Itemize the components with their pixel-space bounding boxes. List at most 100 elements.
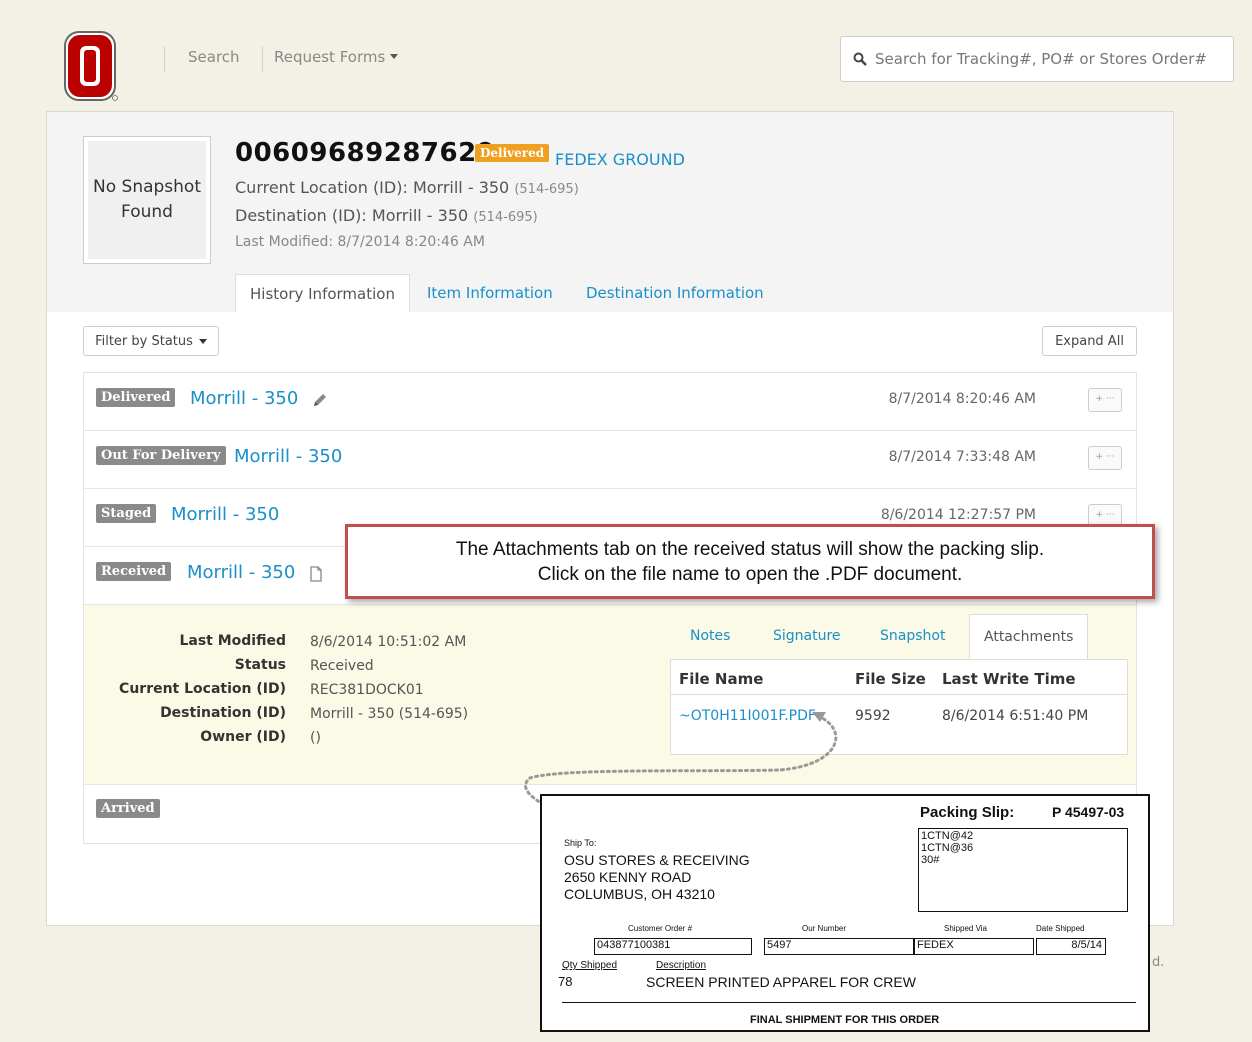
detail-label: Last Modified	[179, 633, 286, 649]
history-location-link[interactable]: Morrill - 350	[187, 562, 295, 583]
slip-col-label: Our Number	[802, 924, 847, 933]
slip-address-line: 2650 KENNY ROAD	[564, 869, 692, 885]
snapshot-placeholder: No Snapshot Found	[83, 136, 211, 264]
attachments-table: File Name File Size Last Write Time ~OT0…	[670, 659, 1128, 755]
detail-label: Status	[234, 657, 286, 673]
column-header: File Name	[679, 670, 764, 688]
tab-destination-information[interactable]: Destination Information	[572, 274, 778, 312]
nav-divider	[262, 46, 263, 72]
column-header: File Size	[855, 670, 926, 688]
tab-notes[interactable]: Notes	[676, 614, 744, 660]
slip-col-label: Date Shipped	[1036, 924, 1085, 933]
status-badge: Delivered	[475, 144, 550, 162]
tab-attachments[interactable]: Attachments	[969, 614, 1089, 660]
detail-value: ()	[310, 730, 321, 746]
current-location: Current Location (ID): Morrill - 350 (51…	[235, 178, 579, 197]
status-badge: Received	[96, 562, 172, 581]
slip-title: Packing Slip:	[920, 804, 1015, 821]
column-header: Last Write Time	[942, 670, 1076, 688]
detail-value: 8/6/2014 10:51:02 AM	[310, 634, 467, 650]
table-divider	[671, 694, 1127, 695]
attachment-file-link[interactable]: ~OT0H11I001F.PDF	[679, 708, 816, 724]
received-detail-panel: Last Modified 8/6/2014 10:51:02 AM Statu…	[84, 605, 1136, 785]
status-badge: Staged	[96, 504, 157, 523]
history-time: 8/7/2014 7:33:48 AM	[888, 449, 1036, 465]
detail-label: Current Location (ID)	[119, 681, 286, 697]
destination: Destination (ID): Morrill - 350 (514-695…	[235, 206, 538, 225]
slip-address-line: COLUMBUS, OH 43210	[564, 886, 715, 902]
tracking-number: 00609689287629	[235, 138, 496, 168]
history-location-link[interactable]: Morrill - 350	[171, 504, 279, 525]
instruction-callout: The Attachments tab on the received stat…	[345, 524, 1155, 599]
tab-item-information[interactable]: Item Information	[413, 274, 567, 312]
slip-number: P 45497-03	[1052, 804, 1125, 820]
history-list: Delivered Morrill - 350 8/7/2014 8:20:46…	[83, 372, 1137, 844]
slip-desc-label: Description	[656, 960, 707, 971]
slip-address-line: OSU STORES & RECEIVING	[564, 852, 750, 868]
slip-carton-box: 1CTN@42 1CTN@36 30#	[918, 828, 1128, 912]
slip-date-shipped: 8/5/14	[1036, 938, 1106, 955]
history-location-link[interactable]: Morrill - 350	[234, 446, 342, 467]
current-location-code: (514-695)	[514, 182, 579, 197]
row-actions-button[interactable]: + ···	[1088, 388, 1122, 412]
slip-col-label: Shipped Via	[944, 924, 987, 933]
slip-divider	[562, 1002, 1136, 1003]
nav-request-forms-dropdown[interactable]: Request Forms	[274, 48, 399, 66]
footer-text-fragment: d.	[1152, 955, 1165, 970]
detail-value: REC381DOCK01	[310, 682, 424, 698]
destination-code: (514-695)	[473, 210, 538, 225]
slip-qty: 78	[558, 974, 573, 989]
packing-slip-image: Packing Slip: P 45497-03 Ship To: OSU ST…	[540, 794, 1150, 1032]
row-actions-button[interactable]: + ···	[1088, 446, 1122, 470]
slip-shipped-via: FEDEX	[914, 938, 1034, 955]
slip-footer: FINAL SHIPMENT FOR THIS ORDER	[750, 1014, 940, 1026]
slip-description: SCREEN PRINTED APPAREL FOR CREW	[646, 974, 916, 990]
tab-signature[interactable]: Signature	[759, 614, 855, 660]
callout-line-2: Click on the file name to open the .PDF …	[537, 564, 963, 585]
current-location-text: Current Location (ID): Morrill - 350	[235, 178, 510, 197]
status-badge: Arrived	[96, 799, 160, 818]
detail-value: Received	[310, 658, 374, 674]
request-forms-label: Request Forms	[274, 48, 386, 66]
filter-label: Filter by Status	[95, 333, 193, 349]
status-badge: Delivered	[96, 388, 176, 407]
package-header: No Snapshot Found 00609689287629 Deliver…	[47, 112, 1173, 312]
detail-label: Destination (ID)	[160, 705, 286, 721]
slip-carton-line: 1CTN@42	[921, 830, 974, 842]
slip-our-number: 5497	[764, 938, 914, 955]
history-time: 8/6/2014 12:27:57 PM	[880, 507, 1036, 523]
last-modified: Last Modified: 8/7/2014 8:20:46 AM	[235, 234, 485, 250]
slip-qty-label: Qty Shipped	[562, 960, 618, 971]
detail-label: Owner (ID)	[200, 729, 286, 745]
status-badge: Out For Delivery	[96, 446, 226, 465]
file-icon[interactable]	[308, 565, 324, 583]
tab-snapshot[interactable]: Snapshot	[866, 614, 959, 660]
slip-ship-to-label: Ship To:	[564, 838, 597, 848]
ohio-state-logo-icon[interactable]	[64, 30, 118, 102]
slip-carton-line: 1CTN@36	[921, 842, 974, 854]
filter-by-status-button[interactable]: Filter by Status	[83, 326, 219, 356]
detail-value: Morrill - 350 (514-695)	[310, 706, 469, 722]
history-row-delivered[interactable]: Delivered Morrill - 350 8/7/2014 8:20:46…	[84, 373, 1136, 431]
attachment-write-time: 8/6/2014 6:51:40 PM	[942, 708, 1089, 724]
nav-divider	[164, 46, 165, 72]
history-time: 8/7/2014 8:20:46 AM	[888, 391, 1036, 407]
history-location-link[interactable]: Morrill - 350	[190, 388, 298, 409]
search-icon	[853, 52, 867, 66]
slip-col-label: Customer Order #	[628, 924, 693, 933]
pencil-icon[interactable]	[312, 391, 328, 409]
attachment-file-size: 9592	[855, 708, 891, 724]
tab-history-information[interactable]: History Information	[235, 274, 410, 312]
caret-down-icon	[390, 54, 399, 59]
callout-line-1: The Attachments tab on the received stat…	[455, 539, 1045, 560]
tracking-search-box[interactable]	[840, 36, 1234, 82]
nav-search-link[interactable]: Search	[188, 48, 240, 66]
carrier-link[interactable]: FEDEX GROUND	[555, 150, 685, 169]
slip-customer-order: 043877100381	[594, 938, 752, 955]
history-row-out-for-delivery[interactable]: Out For Delivery Morrill - 350 8/7/2014 …	[84, 431, 1136, 489]
destination-text: Destination (ID): Morrill - 350	[235, 206, 469, 225]
tracking-search-input[interactable]	[875, 50, 1215, 68]
slip-carton-line: 30#	[921, 854, 940, 866]
expand-all-button[interactable]: Expand All	[1042, 326, 1137, 356]
caret-down-icon	[198, 338, 207, 344]
